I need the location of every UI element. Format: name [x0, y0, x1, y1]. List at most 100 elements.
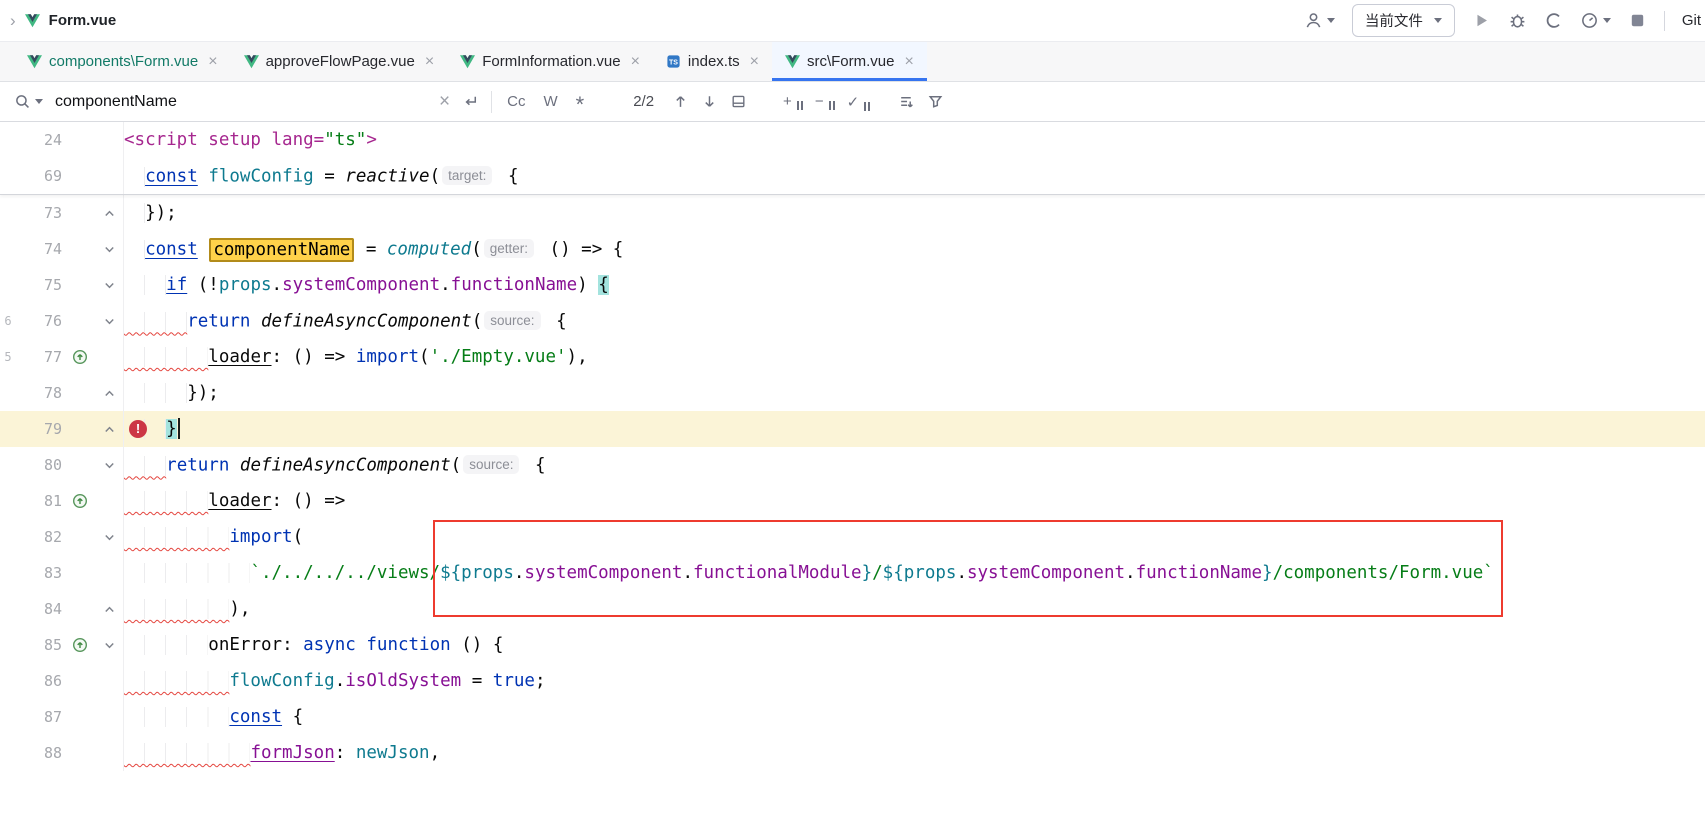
tab-index-ts[interactable]: TSindex.ts×: [653, 42, 772, 81]
vue-file-icon: [27, 54, 42, 69]
editor[interactable]: 24 <script setup lang="ts"> 69 const flowC…: [0, 122, 1705, 820]
line-number[interactable]: 74: [16, 231, 64, 267]
tab-close-icon[interactable]: ×: [425, 54, 434, 70]
dropdown-caret-icon: [1434, 18, 1442, 23]
stop-icon[interactable]: [1628, 11, 1647, 30]
code-text[interactable]: });: [124, 375, 1705, 411]
code-line-82: 82 import(: [0, 519, 1705, 555]
tab-close-icon[interactable]: ×: [208, 54, 217, 70]
recursive-call-icon[interactable]: [72, 637, 88, 653]
newline-icon[interactable]: [462, 93, 479, 110]
code-token: import: [229, 527, 292, 547]
previous-match-icon[interactable]: [672, 93, 689, 110]
fold-down-icon[interactable]: [103, 315, 116, 328]
line-number[interactable]: 77: [16, 339, 64, 375]
code-text[interactable]: flowConfig.isOldSystem = true;: [124, 663, 1705, 699]
user-icon[interactable]: [1304, 11, 1335, 30]
fold-down-icon[interactable]: [103, 531, 116, 544]
fold-down-icon[interactable]: [103, 639, 116, 652]
code-text[interactable]: formJson: newJson,: [124, 735, 1705, 771]
line-number[interactable]: 87: [16, 699, 64, 735]
tab-src-form-vue[interactable]: src\Form.vue×: [772, 42, 927, 81]
code-text[interactable]: });: [124, 195, 1705, 231]
code-text[interactable]: <script setup lang="ts">: [124, 122, 1705, 158]
line-number[interactable]: 73: [16, 195, 64, 231]
debug-icon[interactable]: [1508, 11, 1527, 30]
code-text[interactable]: if (!props.systemComponent.functionName)…: [124, 267, 1705, 303]
recursive-call-icon[interactable]: [72, 493, 88, 509]
line-number[interactable]: 83: [16, 555, 64, 591]
code-text[interactable]: const flowConfig = reactive(target: {: [124, 158, 1705, 194]
indent-whitespace: [124, 635, 208, 655]
clear-search-icon[interactable]: ×: [439, 92, 450, 111]
run-config-selector[interactable]: 当前文件: [1352, 4, 1455, 37]
code-text[interactable]: import(: [124, 519, 1705, 555]
code-token: newJson: [356, 743, 430, 763]
tab-approveflowpage-vue[interactable]: approveFlowPage.vue×: [231, 42, 448, 81]
code-text[interactable]: return defineAsyncComponent(source: {: [124, 447, 1705, 483]
recursive-call-icon[interactable]: [72, 349, 88, 365]
line-number[interactable]: 86: [16, 663, 64, 699]
code-token: [250, 312, 261, 332]
fold-up-icon[interactable]: [103, 387, 116, 400]
code-token: systemComponent: [524, 563, 682, 583]
code-token: systemComponent: [967, 563, 1125, 583]
line-number[interactable]: 76: [16, 303, 64, 339]
line-number[interactable]: 80: [16, 447, 64, 483]
line-number[interactable]: 69: [16, 158, 64, 194]
code-text[interactable]: }!: [124, 411, 1705, 447]
coverage-icon[interactable]: [1544, 11, 1563, 30]
profiler-icon[interactable]: [1580, 11, 1611, 30]
search-icon[interactable]: [14, 93, 43, 110]
match-case-toggle[interactable]: Cc: [504, 93, 528, 110]
remove-occurrence-icon[interactable]: −: [815, 93, 835, 110]
code-text[interactable]: loader: () => import('./Empty.vue'),: [124, 339, 1705, 375]
run-icon[interactable]: [1472, 11, 1491, 30]
fold-up-icon[interactable]: [103, 423, 116, 436]
code-text[interactable]: return defineAsyncComponent(source: {: [124, 303, 1705, 339]
code-token: (: [451, 456, 462, 476]
code-token: .: [956, 563, 967, 583]
code-text[interactable]: `./../../../views/${props.systemComponen…: [124, 555, 1705, 591]
line-number[interactable]: 82: [16, 519, 64, 555]
fold-up-icon[interactable]: [103, 603, 116, 616]
line-number[interactable]: 84: [16, 591, 64, 627]
tab-components-form-vue[interactable]: components\Form.vue×: [14, 42, 231, 81]
tab-close-icon[interactable]: ×: [904, 54, 913, 70]
select-all-occurrences-icon[interactable]: ✓: [847, 93, 871, 111]
fold-down-icon[interactable]: [103, 243, 116, 256]
tab-forminformation-vue[interactable]: FormInformation.vue×: [447, 42, 653, 81]
line-number[interactable]: 79: [16, 411, 64, 447]
code-text[interactable]: const {: [124, 699, 1705, 735]
search-input[interactable]: componentName: [55, 93, 427, 111]
regex-toggle[interactable]: *: [573, 92, 588, 118]
window-chevron-icon: ›: [10, 11, 16, 31]
code-text[interactable]: loader: () =>: [124, 483, 1705, 519]
line-number[interactable]: 75: [16, 267, 64, 303]
fold-down-icon[interactable]: [103, 459, 116, 472]
fold-slot: [96, 158, 124, 194]
whole-words-toggle[interactable]: W: [540, 93, 560, 110]
fold-up-icon[interactable]: [103, 207, 116, 220]
next-match-icon[interactable]: [701, 93, 718, 110]
add-occurrence-icon[interactable]: +: [783, 93, 803, 110]
line-number[interactable]: 81: [16, 483, 64, 519]
dropdown-caret-icon: [1603, 18, 1611, 23]
open-results-in-tool-window-icon[interactable]: [730, 93, 747, 110]
line-number[interactable]: 85: [16, 627, 64, 663]
git-menu[interactable]: Git: [1682, 12, 1701, 29]
code-text[interactable]: ),: [124, 591, 1705, 627]
line-number[interactable]: 88: [16, 735, 64, 771]
search-options-icon[interactable]: [898, 93, 915, 110]
tab-close-icon[interactable]: ×: [631, 54, 640, 70]
code-token: const: [145, 240, 198, 260]
line-number[interactable]: 78: [16, 375, 64, 411]
code-token: :: [335, 743, 356, 763]
fold-down-icon[interactable]: [103, 279, 116, 292]
code-text[interactable]: const componentName = computed(getter: (…: [124, 231, 1705, 267]
code-text[interactable]: onError: async function () {: [124, 627, 1705, 663]
code-line-87: 87 const {: [0, 699, 1705, 735]
tab-close-icon[interactable]: ×: [750, 54, 759, 70]
line-number[interactable]: 24: [16, 122, 64, 158]
filter-icon[interactable]: [927, 93, 944, 110]
